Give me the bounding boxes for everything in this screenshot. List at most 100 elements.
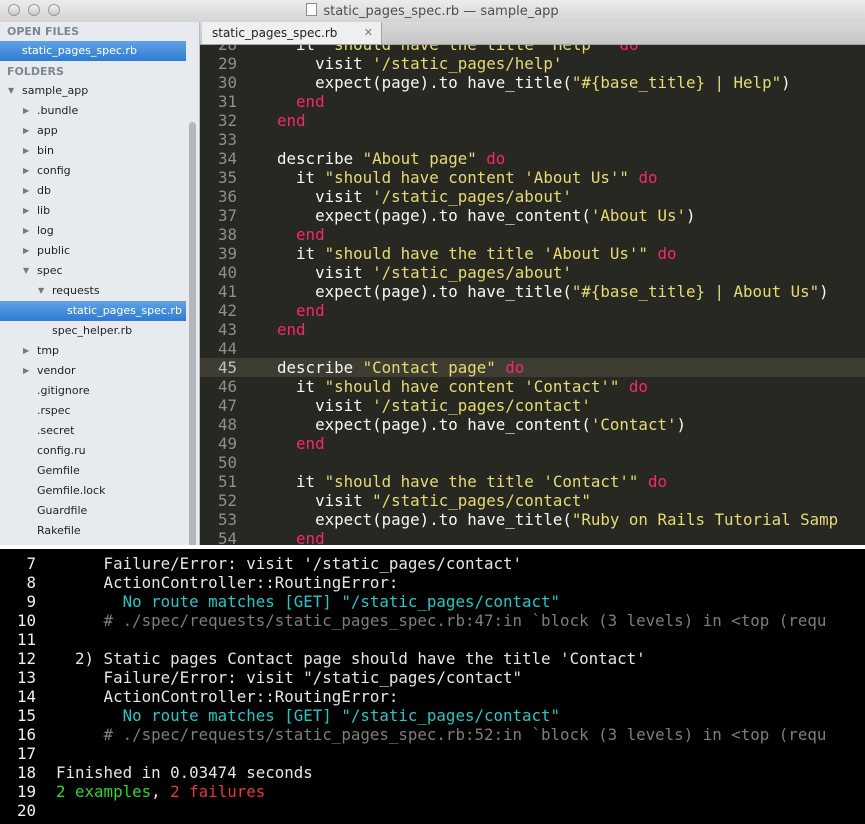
code-token: visit [258,263,373,282]
code-token: do [647,472,667,491]
folder-item[interactable]: ▼ spec [0,261,186,281]
code-token: do [486,149,506,168]
disclosure-open-icon[interactable]: ▼ [8,81,14,101]
tree-item-label: Guardfile [37,504,88,517]
terminal-text: Failure/Error: visit "/static_pages/cont… [56,668,523,687]
file-item[interactable]: .secret [0,421,186,441]
folder-item[interactable]: ▶ db [0,181,186,201]
code-token: end [277,320,306,339]
tree-item-label: Gemfile.lock [37,484,106,497]
document-icon [306,3,318,16]
terminal-line-number: 10 [16,611,36,630]
folder-item[interactable]: ▶ log [0,221,186,241]
line-number: 49 [217,434,237,453]
code-editor[interactable]: 28 it "should have the title 'Help'" do2… [200,45,865,545]
folder-item[interactable]: ▶ .bundle [0,101,186,121]
code-token: ) [819,282,829,301]
folder-item[interactable]: ▶ vendor [0,361,186,381]
project-folder[interactable]: ▼ sample_app [0,81,186,101]
tree-item-label: static_pages_spec.rb [67,304,182,317]
disclosure-closed-icon[interactable]: ▶ [23,201,29,221]
tree-item-label: config.ru [37,444,86,457]
folder-item[interactable]: ▶ public [0,241,186,261]
code-line: 45 describe "Contact page" do [200,358,865,377]
code-line: 40 visit '/static_pages/about' [200,263,865,282]
tab-static-pages-spec[interactable]: static_pages_spec.rb ✕ [202,22,382,44]
folder-item[interactable]: ▶ app [0,121,186,141]
disclosure-open-icon[interactable]: ▼ [23,261,29,281]
tree-item-label: spec [37,264,63,277]
terminal-text: # ./spec/requests/static_pages_spec.rb:4… [56,611,827,630]
code-line: 37 expect(page).to have_content('About U… [200,206,865,225]
line-number: 47 [217,396,237,415]
code-token: expect(page).to have_content( [258,415,591,434]
folder-item[interactable]: ▶ lib [0,201,186,221]
tree-item-label: lib [37,204,51,217]
code-line: 44 [200,339,865,358]
file-item[interactable]: Gemfile [0,461,186,481]
terminal-text: 2 examples [56,782,152,801]
folder-item[interactable]: ▼ requests [0,281,186,301]
disclosure-closed-icon[interactable]: ▶ [23,121,29,141]
code-token: it [258,244,325,263]
code-token: describe [258,358,363,377]
sidebar-scrollbar[interactable] [189,122,196,545]
close-icon[interactable]: ✕ [364,22,373,44]
line-number: 45 [217,358,237,377]
code-line: 35 it "should have content 'About Us'" d… [200,168,865,187]
folder-item[interactable]: ▶ tmp [0,341,186,361]
disclosure-closed-icon[interactable]: ▶ [23,161,29,181]
code-token: do [657,244,677,263]
file-item[interactable]: Gemfile.lock [0,481,186,501]
code-token: "Ruby on Rails Tutorial Samp [571,510,839,529]
folder-item[interactable]: ▶ config [0,161,186,181]
folder-item[interactable]: ▶ bin [0,141,186,161]
disclosure-closed-icon[interactable]: ▶ [23,141,29,161]
line-number: 29 [217,54,237,73]
file-item[interactable]: .rspec [0,401,186,421]
disclosure-closed-icon[interactable]: ▶ [23,341,29,361]
disclosure-closed-icon[interactable]: ▶ [23,221,29,241]
file-item[interactable]: static_pages_spec.rb [0,301,186,321]
tree-item-label: spec_helper.rb [52,324,133,337]
code-token: expect(page).to have_title( [258,282,572,301]
code-line: 33 [200,130,865,149]
code-token: end [296,225,325,244]
terminal-text: 2 failures [170,782,266,801]
tree-item-label: .rspec [37,404,71,417]
code-token: 'Contact' [590,415,677,434]
tab-label: static_pages_spec.rb [212,26,338,40]
terminal-line: 17 [0,744,865,763]
file-item[interactable]: spec_helper.rb [0,321,186,341]
disclosure-closed-icon[interactable]: ▶ [23,361,29,381]
tree-item-label: Gemfile [37,464,80,477]
terminal-line: 20 [0,801,865,820]
terminal-line: 13 Failure/Error: visit "/static_pages/c… [0,668,865,687]
code-line: 38 end [200,225,865,244]
disclosure-closed-icon[interactable]: ▶ [23,181,29,201]
disclosure-closed-icon[interactable]: ▶ [23,241,29,261]
file-item[interactable]: .gitignore [0,381,186,401]
line-number: 52 [217,491,237,510]
terminal-line-number: 16 [16,725,36,744]
terminal-text: Failure/Error: visit '/static_pages/cont… [56,554,523,573]
terminal-line-number: 14 [16,687,36,706]
editor-window: static_pages_spec.rb — sample_app OPEN F… [0,0,865,545]
disclosure-closed-icon[interactable]: ▶ [23,101,29,121]
line-number: 48 [217,415,237,434]
file-item[interactable]: Rakefile [0,521,186,541]
open-file-label: static_pages_spec.rb [22,44,137,57]
file-item[interactable]: Guardfile [0,501,186,521]
file-item[interactable]: config.ru [0,441,186,461]
disclosure-open-icon[interactable]: ▼ [38,281,44,301]
code-token: '/static_pages/contact' [372,396,591,415]
terminal-line: 9 No route matches [GET] "/static_pages/… [0,592,865,611]
code-token: "About page" [362,149,477,168]
code-line: 50 [200,453,865,472]
terminal-line-number: 8 [26,573,36,592]
open-file-item[interactable]: static_pages_spec.rb [0,41,186,61]
line-number: 46 [217,377,237,396]
line-number: 42 [217,301,237,320]
